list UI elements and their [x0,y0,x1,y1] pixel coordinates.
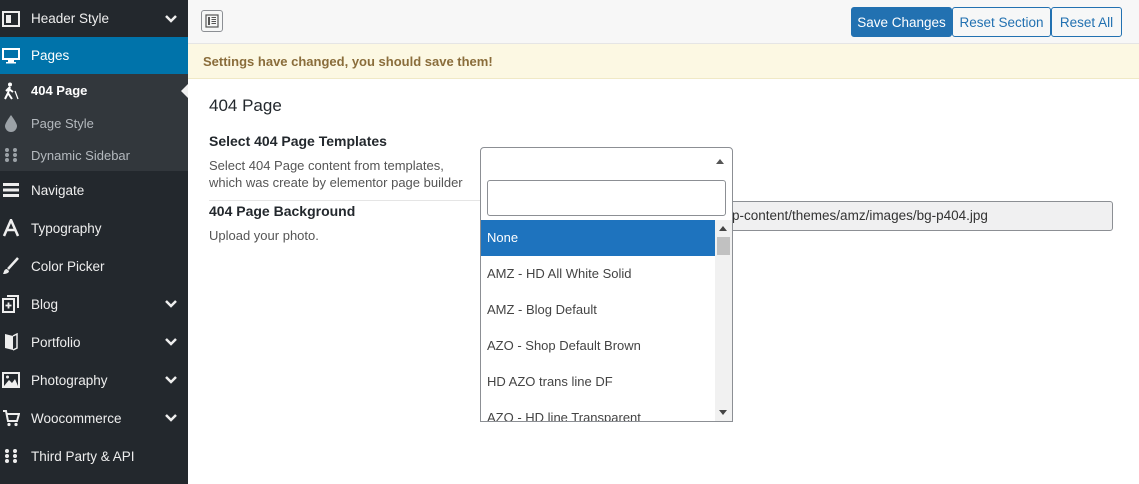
sidebar-item-navigate[interactable]: Navigate [0,171,188,209]
sidebar-item-woocommerce[interactable]: Woocommerce [0,399,188,437]
background-field-desc: Upload your photo. [209,228,319,243]
sidebar-item-label: Woocommerce [31,410,122,426]
options-toolbar: Save Changes Reset Section Reset All [188,0,1139,44]
templates-option-list: None AMZ - HD All White Solid AMZ - Blog… [481,220,716,421]
scrollbar-thumb[interactable] [717,237,730,255]
sidebar-item-label: Portfolio [31,334,81,350]
sidebar-item-header-style[interactable]: Header Style [0,0,188,37]
option-amz-hd-all-white-solid[interactable]: AMZ - HD All White Solid [481,256,716,292]
sidebar-item-label: Pages [31,48,70,63]
expand-toggle-button[interactable] [201,10,223,32]
sidebar-item-label: Page Style [31,115,94,131]
templates-search-input[interactable] [487,180,726,216]
sidebar-item-label: Third Party & API [31,448,135,464]
sidebar-item-typography[interactable]: Typography [0,209,188,247]
templates-field-desc-line1: Select 404 Page content from templates, [209,158,444,173]
sidebar-item-third-party-api[interactable]: Third Party & API [0,437,188,475]
section-title: 404 Page [209,96,282,115]
background-field-title: 404 Page Background [209,203,356,219]
chevron-down-icon [165,14,177,23]
dropdown-scrollbar[interactable] [715,220,732,421]
sidebar-item-pages[interactable]: Pages [0,37,188,74]
sidebar-item-dynamic-sidebar[interactable]: Dynamic Sidebar [0,139,188,171]
sidebar: Header Style Pages 404 Page Page Style D… [0,0,188,484]
caret-up-icon [716,159,724,164]
chevron-down-icon [165,376,177,384]
sidebar-item-blog[interactable]: Blog [0,285,188,323]
panel-icon [205,14,219,28]
scroll-up-icon[interactable] [719,226,727,231]
sidebar-item-label: Dynamic Sidebar [31,147,130,163]
templates-select[interactable] [480,147,733,175]
sidebar-item-404-page[interactable]: 404 Page [0,74,188,107]
option-hd-azo-trans-line-df[interactable]: HD AZO trans line DF [481,364,716,400]
drop-icon [2,114,20,132]
chevron-down-icon [165,338,177,346]
sidebar-item-label: 404 Page [31,83,88,98]
monitor-icon [2,47,20,65]
background-url-input[interactable]: p-content/themes/amz/images/bg-p404.jpg [700,201,1113,231]
option-azo-hd-line-transparent[interactable]: AZO - HD line Transparent [481,400,716,421]
settings-changed-notice: Settings have changed, you should save t… [188,44,1139,79]
templates-field-desc-line2: which was create by elementor page build… [209,175,463,190]
current-indicator [181,83,188,98]
copy-plus-icon [2,295,20,313]
option-azo-shop-default-brown[interactable]: AZO - Shop Default Brown [481,328,716,364]
sidebar-item-label: Blog [31,296,59,312]
scroll-down-icon[interactable] [719,410,727,415]
sidebar-item-label: Header Style [31,11,110,26]
reset-section-button[interactable]: Reset Section [952,7,1051,37]
sidebar-item-page-style[interactable]: Page Style [0,107,188,139]
sidebar-item-label: Photography [31,372,108,388]
image-icon [2,371,20,389]
grid-dots-icon [2,146,20,164]
grid-dots-icon [2,447,20,465]
field-divider [209,200,481,201]
cart-icon [2,409,20,427]
layout-icon [2,10,20,28]
sidebar-item-label: Navigate [31,182,85,198]
sidebar-item-portfolio[interactable]: Portfolio [0,323,188,361]
reset-all-button[interactable]: Reset All [1051,7,1122,37]
bars-icon [2,181,20,199]
sidebar-item-label: Color Picker [31,258,105,274]
option-none[interactable]: None [481,220,716,256]
chevron-down-icon [165,414,177,422]
chevron-down-icon [165,300,177,308]
templates-field-title: Select 404 Page Templates [209,133,387,149]
save-changes-button[interactable]: Save Changes [851,7,952,37]
font-icon [2,219,20,237]
walking-icon [2,82,20,100]
sidebar-item-color-picker[interactable]: Color Picker [0,247,188,285]
option-amz-blog-default[interactable]: AMZ - Blog Default [481,292,716,328]
templates-dropdown: None AMZ - HD All White Solid AMZ - Blog… [480,174,733,422]
sidebar-item-label: Typography [31,220,102,236]
sidebar-item-photography[interactable]: Photography [0,361,188,399]
brush-icon [2,257,20,275]
book-icon [2,333,20,351]
